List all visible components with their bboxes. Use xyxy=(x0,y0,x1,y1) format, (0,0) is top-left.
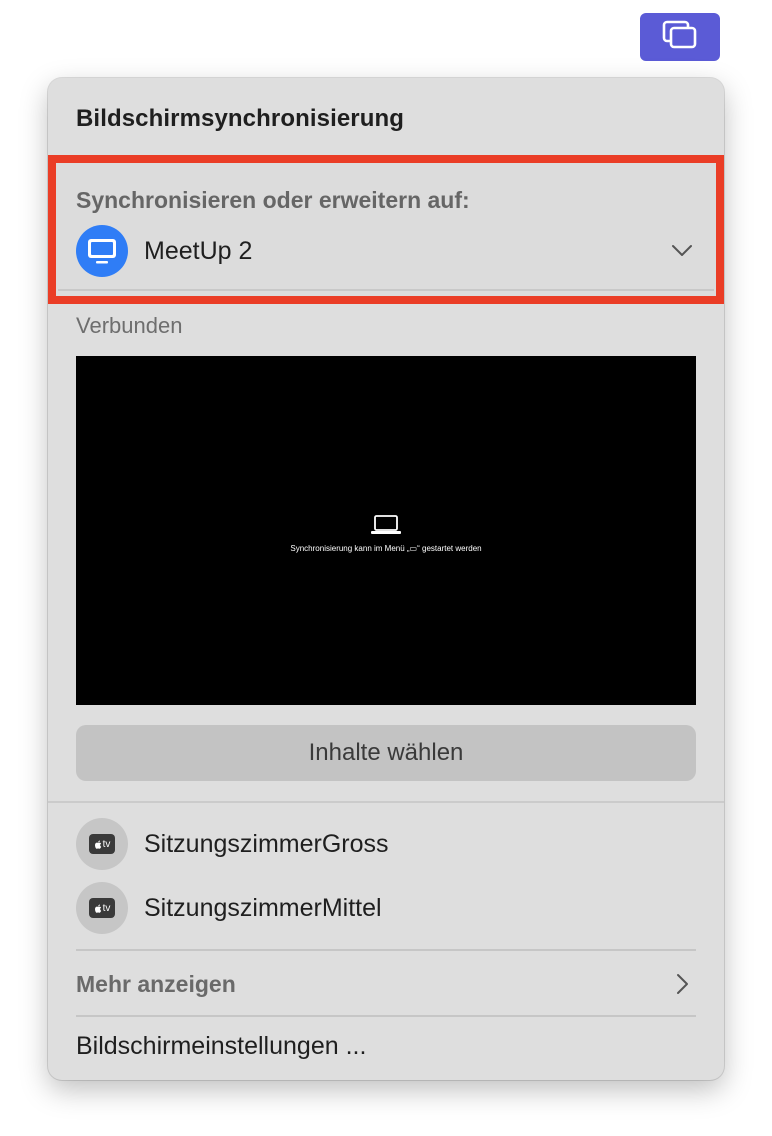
mirror-section-header: Synchronisieren oder erweitern auf: xyxy=(76,187,470,213)
chevron-down-icon[interactable] xyxy=(670,239,694,268)
chevron-right-icon xyxy=(672,972,692,1001)
device-item-sitzungszimmergross[interactable]: tv SitzungszimmerGross xyxy=(76,818,696,870)
device-name: SitzungszimmerMittel xyxy=(144,893,382,922)
device-name: SitzungszimmerGross xyxy=(144,829,389,858)
screen-mirroring-icon xyxy=(660,18,700,57)
display-settings-link[interactable]: Bildschirmeinstellungen ... xyxy=(76,1032,366,1061)
divider xyxy=(76,949,696,951)
mirror-device-name: MeetUp 2 xyxy=(144,236,253,265)
screen-mirroring-panel: Bildschirmsynchronisierung Synchronisier… xyxy=(48,78,724,1080)
display-icon xyxy=(76,225,128,277)
laptop-icon xyxy=(370,514,402,541)
mirror-preview: Synchronisierung kann im Menü „▭“ gestar… xyxy=(76,356,696,705)
section-divider xyxy=(58,289,714,291)
choose-content-button[interactable]: Inhalte wählen xyxy=(76,725,696,781)
apple-tv-icon: tv xyxy=(76,882,128,934)
show-more-button[interactable]: Mehr anzeigen xyxy=(76,966,696,1002)
show-more-label: Mehr anzeigen xyxy=(76,970,236,997)
mirror-device-selector[interactable]: MeetUp 2 xyxy=(76,225,696,277)
apple-tv-icon: tv xyxy=(76,818,128,870)
screen-mirroring-menubar-button[interactable] xyxy=(640,13,720,61)
device-item-sitzungszimmermittel[interactable]: tv SitzungszimmerMittel xyxy=(76,882,696,934)
preview-hint-text: Synchronisierung kann im Menü „▭“ gestar… xyxy=(290,544,482,553)
connected-label: Verbunden xyxy=(76,313,183,338)
divider xyxy=(48,801,724,803)
divider xyxy=(76,1015,696,1017)
mirror-target-section: Synchronisieren oder erweitern auf: Meet… xyxy=(48,155,724,304)
panel-title: Bildschirmsynchronisierung xyxy=(76,105,405,132)
